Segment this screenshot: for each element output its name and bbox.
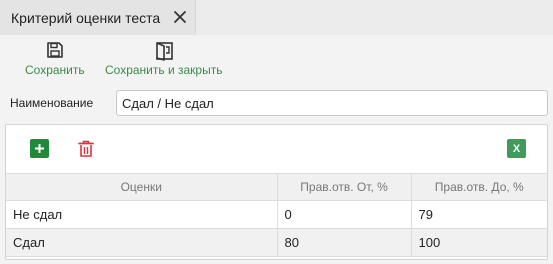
column-header-grades[interactable]: Оценки: [6, 173, 278, 201]
save-and-close-button[interactable]: Сохранить и закрыть: [104, 35, 225, 85]
grade-cell[interactable]: Не сдал: [6, 200, 278, 229]
from-cell[interactable]: 0: [277, 200, 412, 229]
to-cell[interactable]: 100: [411, 228, 547, 257]
from-cell[interactable]: 80: [277, 228, 412, 257]
save-and-close-icon: [155, 42, 173, 61]
trash-icon: [77, 140, 94, 157]
table-header-row: Оценки Прав.отв. От, % Прав.отв. До, %: [6, 173, 547, 201]
name-input[interactable]: [116, 90, 548, 116]
name-label: Наименование: [10, 96, 94, 110]
delete-row-button[interactable]: [76, 139, 95, 158]
excel-icon: X: [512, 142, 521, 155]
add-row-button[interactable]: [30, 139, 49, 158]
table-row[interactable]: Сдал 80 100: [6, 228, 547, 257]
column-header-to[interactable]: Прав.отв. До, %: [411, 173, 547, 201]
plus-icon: [35, 144, 44, 153]
tab-test-grading-criterion[interactable]: Критерий оценки теста: [0, 0, 196, 35]
save-label: Сохранить: [25, 63, 85, 77]
floppy-disk-icon: [47, 42, 63, 58]
criteria-table: Оценки Прав.отв. От, % Прав.отв. До, % Н…: [6, 173, 547, 257]
table-row[interactable]: Не сдал 0 79: [6, 200, 547, 229]
criteria-grid-panel: X Оценки Прав.отв. От, % Прав.отв. До, %…: [5, 124, 548, 260]
save-button[interactable]: Сохранить: [24, 35, 86, 85]
close-icon[interactable]: [172, 9, 188, 25]
excel-export-button[interactable]: X: [507, 139, 526, 158]
tab-bar: Критерий оценки теста: [0, 0, 553, 35]
tab-title: Критерий оценки теста: [11, 9, 161, 26]
grade-cell[interactable]: Сдал: [6, 228, 278, 257]
to-cell[interactable]: 79: [411, 200, 547, 229]
toolbar: Сохранить Сохранить и закрыть: [0, 35, 553, 85]
column-header-from[interactable]: Прав.отв. От, %: [277, 173, 412, 201]
save-and-close-label: Сохранить и закрыть: [105, 63, 223, 77]
